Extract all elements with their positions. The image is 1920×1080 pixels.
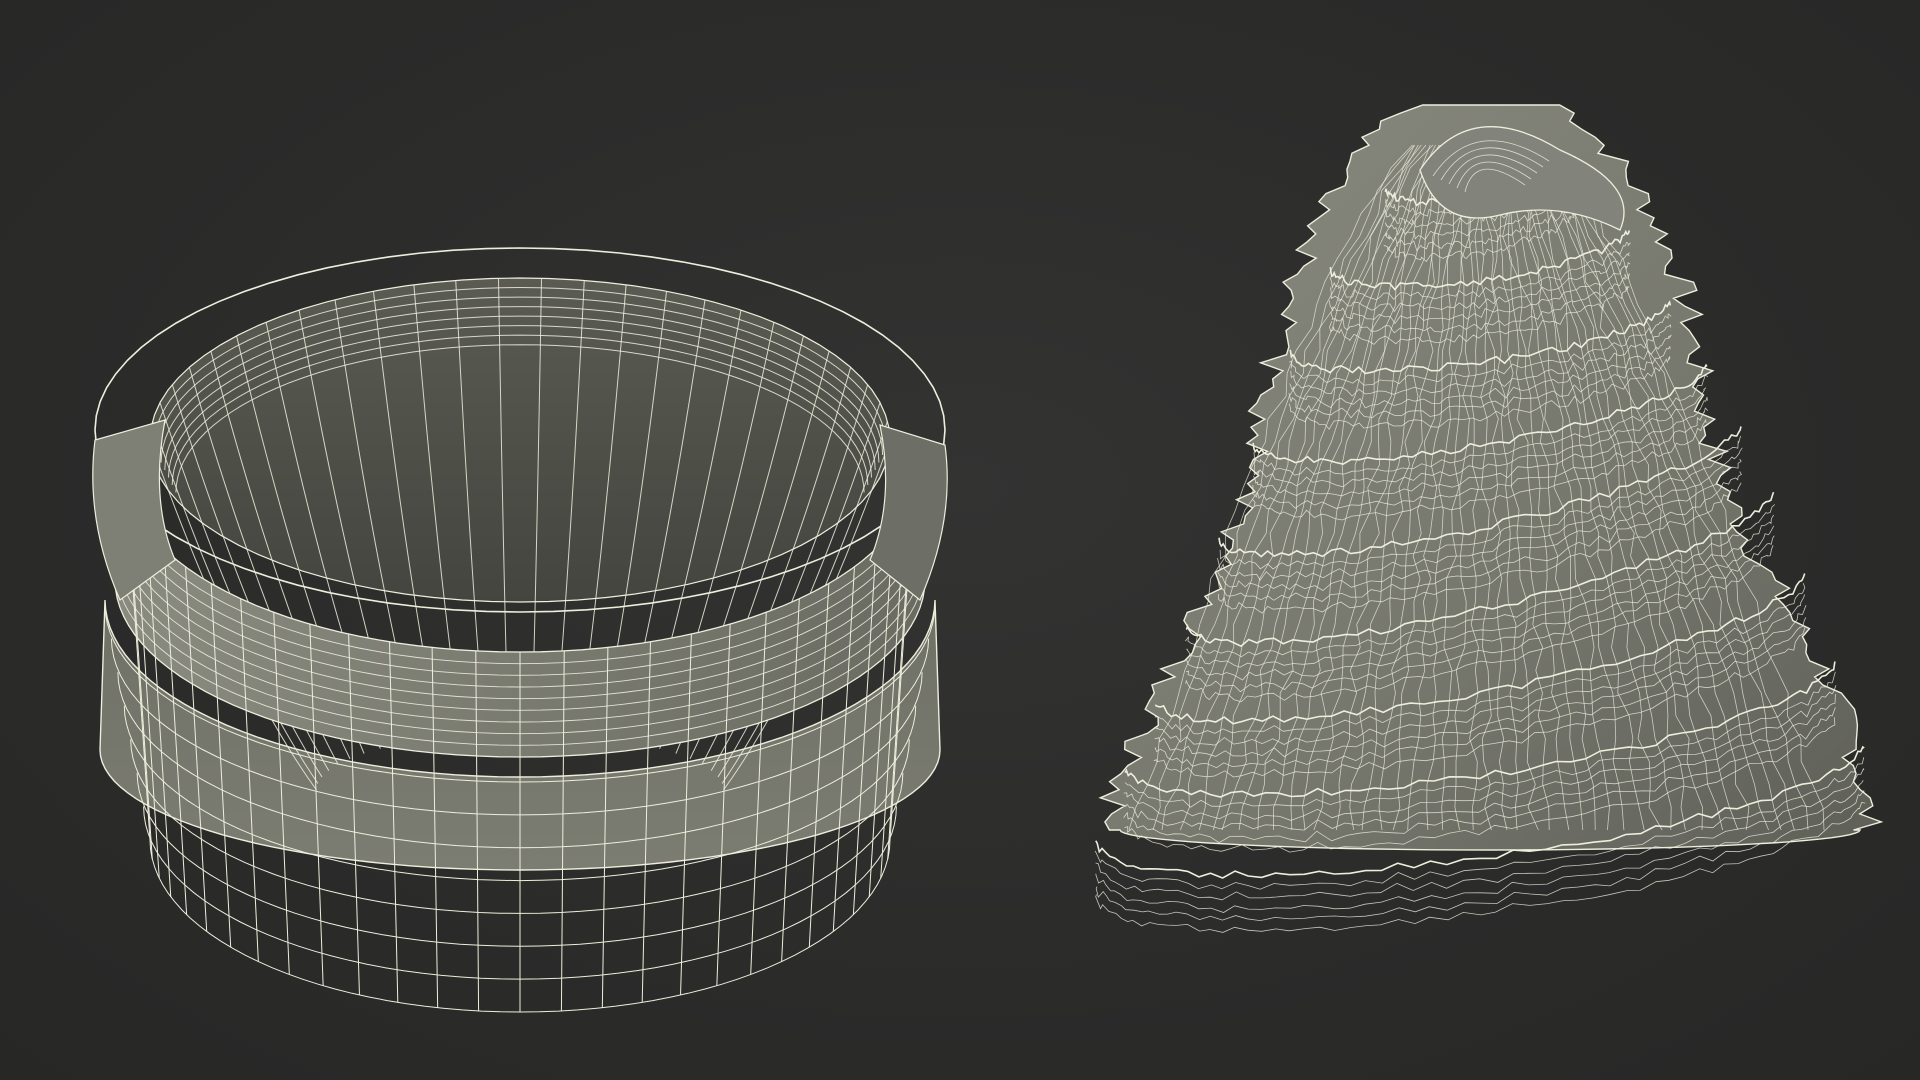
bowl-model — [92, 247, 948, 1013]
viewport — [0, 0, 1920, 1080]
swirl-mound-model — [1094, 104, 1884, 933]
render-canvas — [92, 104, 1884, 1013]
bowl-inner-cavity — [149, 277, 891, 603]
